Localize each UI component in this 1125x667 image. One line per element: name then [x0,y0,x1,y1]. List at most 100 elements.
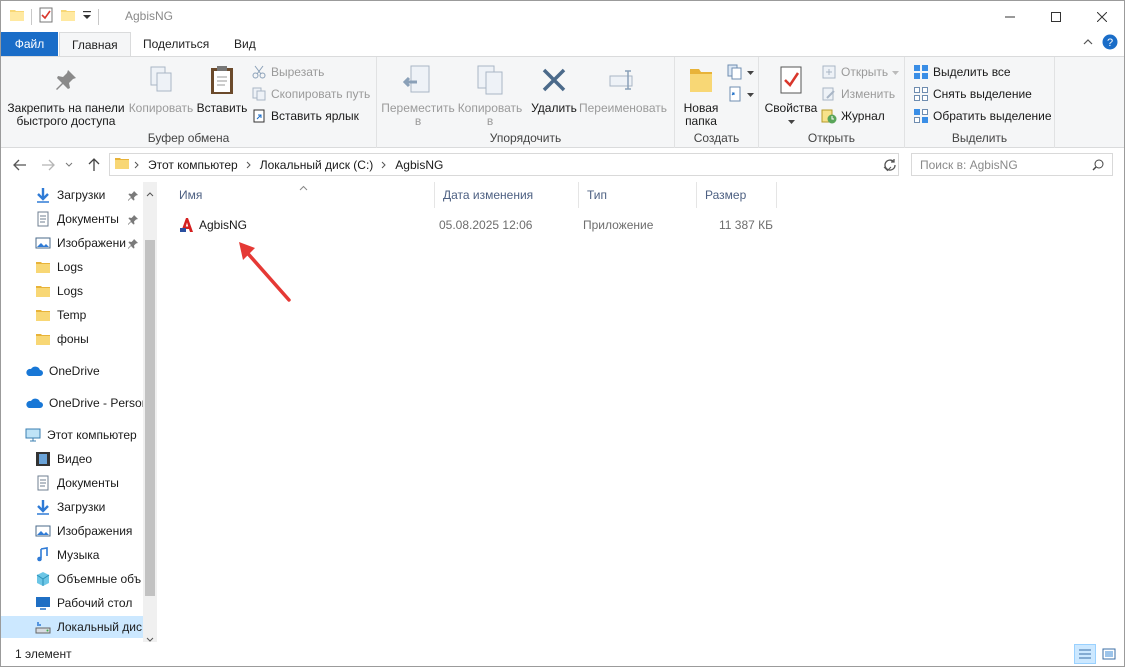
breadcrumb-separator[interactable] [130,161,144,169]
maximize-button[interactable] [1033,1,1079,32]
large-icons-view-button[interactable] [1098,644,1120,664]
pin-quick-access-button[interactable]: Закрепить на панели быстрого доступа [7,61,125,128]
forward-button[interactable] [39,156,57,174]
address-bar[interactable]: Этот компьютер Локальный диск (C:) Agbis… [109,153,899,176]
help-icon[interactable]: ? [1102,34,1118,53]
nav-item-label: Объемные объ [57,572,142,586]
column-header-name[interactable]: Имя [171,182,435,208]
breadcrumb-item[interactable]: Локальный диск (C:) [256,158,378,172]
select-all-icon [913,64,929,80]
nav-item[interactable]: Logs [1,256,143,278]
new-folder-icon[interactable] [60,7,76,26]
select-all-button[interactable]: Выделить все [913,61,1011,82]
nav-item[interactable]: Документы [1,472,143,494]
scissors-icon [251,64,267,80]
nav-item[interactable]: Logs [1,280,143,302]
nav-item[interactable]: Изображени [1,232,143,254]
nav-item[interactable]: Музыка [1,544,143,566]
copy-path-button[interactable]: Скопировать путь [251,83,370,104]
nav-item-label: Temp [57,308,87,322]
minimize-button[interactable] [987,1,1033,32]
close-button[interactable] [1079,1,1125,32]
properties-icon[interactable] [38,7,54,26]
separator [98,8,99,25]
back-button[interactable] [11,156,29,174]
chevron-up-icon[interactable] [1082,36,1094,51]
clipboard-group: Закрепить на панели быстрого доступа Коп… [1,57,377,148]
chevron-down-icon [747,87,754,101]
nav-item[interactable]: Temp [1,304,143,326]
nav-item-label: Документы [57,476,119,490]
select-none-button[interactable]: Снять выделение [913,83,1032,104]
column-header-size[interactable]: Размер [697,182,777,208]
nav-item[interactable]: Загрузки [1,184,143,206]
tab-view[interactable]: Вид [222,32,268,56]
nav-item[interactable]: OneDrive - Person [1,392,143,414]
history-icon [821,108,837,124]
details-view-icon [1079,649,1091,659]
invert-selection-button[interactable]: Обратить выделение [913,105,1052,126]
tab-home[interactable]: Главная [59,32,131,57]
nav-item[interactable]: Объемные объ [1,568,143,590]
new-item-button[interactable] [727,61,754,82]
breadcrumb-item[interactable]: Этот компьютер [144,158,242,172]
copy-button[interactable]: Копировать [127,61,195,115]
new-folder-icon [683,61,719,99]
nav-item-label: Logs [57,284,84,298]
column-header-type[interactable]: Тип [579,182,697,208]
move-to-button[interactable]: Переместить в [381,61,455,128]
breadcrumb-separator[interactable] [377,161,391,169]
paste-shortcut-button[interactable]: Вставить ярлык [251,105,359,126]
open-button[interactable]: Открыть [821,61,900,82]
status-bar: 1 элемент [1,642,1124,666]
rename-button[interactable]: Переименовать [577,61,669,115]
organize-group-label: Упорядочить [489,131,562,145]
copy-to-icon [472,61,508,99]
history-button[interactable]: Журнал [821,105,885,126]
search-icon [1092,159,1104,174]
breadcrumb-separator[interactable] [242,161,256,169]
copy-to-label-2: в [486,114,494,128]
paste-button[interactable]: Вставить [195,61,249,115]
cut-button[interactable]: Вырезать [251,61,324,82]
column-header-date[interactable]: Дата изменения [435,182,579,208]
new-folder-button[interactable]: Новая папка [679,61,723,128]
cloud-icon [25,396,43,410]
nav-item[interactable]: Изображения [1,520,143,542]
nav-item-label: Этот компьютер [47,428,137,442]
nav-item[interactable]: Документы [1,208,143,230]
copy-label: Копировать [128,101,194,115]
open-label: Открыть [841,64,889,79]
easy-access-icon [727,86,743,102]
edit-button[interactable]: Изменить [821,83,895,104]
nav-item[interactable]: Видео [1,448,143,470]
delete-button[interactable]: Удалить [529,61,579,115]
nav-item[interactable]: Загрузки [1,496,143,518]
tab-file[interactable]: Файл [1,32,58,56]
details-view-button[interactable] [1074,644,1096,664]
nav-item[interactable]: Этот компьютер [1,424,143,446]
customize-qat-icon[interactable] [82,9,92,24]
open-group: Свойства Открыть Изменить Журнал Открыть [759,57,905,148]
nav-item[interactable]: Рабочий стол [1,592,143,614]
file-size: 11 387 КБ [719,218,774,232]
rename-icon [605,61,641,99]
breadcrumb-item[interactable]: AgbisNG [391,158,447,172]
nav-item[interactable]: OneDrive [1,360,143,382]
copy-to-button[interactable]: Копировать в [455,61,525,128]
file-row[interactable]: AgbisNG 05.08.2025 12:06 Приложение 11 3… [177,214,937,236]
search-input[interactable]: Поиск в: AgbisNG [911,153,1113,176]
nav-scrollbar[interactable] [143,182,157,642]
recent-locations-button[interactable] [63,156,75,174]
easy-access-button[interactable] [727,83,754,104]
up-button[interactable] [85,156,103,174]
properties-button[interactable]: Свойства [763,61,819,128]
paste-label: Вставить [196,101,248,115]
tab-share[interactable]: Поделиться [131,32,221,56]
folder-icon [35,283,51,299]
refresh-button[interactable] [881,156,899,174]
nav-item[interactable]: фоны [1,328,143,350]
nav-item[interactable]: Локальный дис [1,616,143,638]
scrollbar-thumb[interactable] [145,240,155,596]
chevron-up-icon[interactable] [146,186,154,200]
